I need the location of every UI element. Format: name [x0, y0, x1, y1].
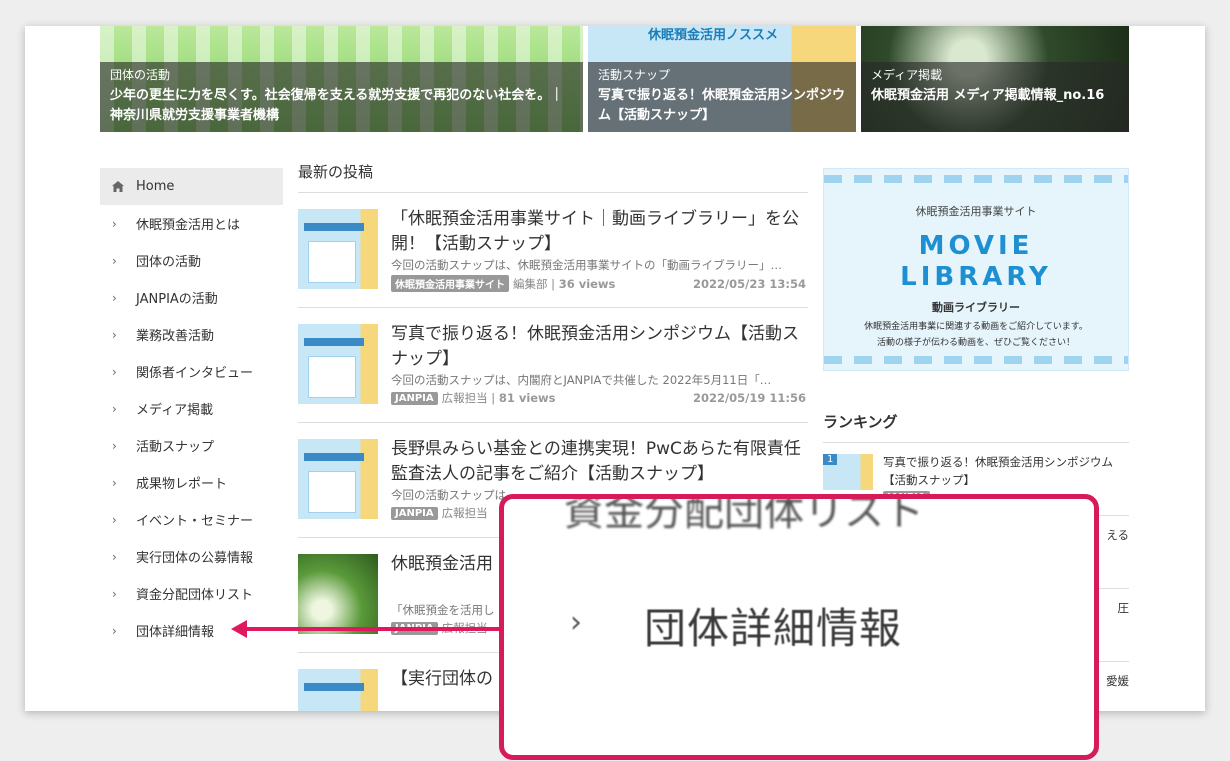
chevron-right-icon: › — [112, 438, 117, 453]
sidebar-item-label: 関係者インタビュー — [136, 366, 254, 381]
sidebar-item-janpia-activities[interactable]: › JANPIAの活動 — [100, 279, 283, 316]
sidebar-nav: Home › 休眠預金活用とは › 団体の活動 › JANPIAの活動 › 業務改善活動… — [100, 168, 283, 649]
chevron-right-icon: › — [112, 253, 117, 268]
sidebar-item-label: 休眠預金活用とは — [136, 218, 241, 233]
sidebar-item-label: 活動スナップ — [136, 440, 215, 455]
banner-desc: 活動の様子が伝わる動画を、ぜひご覧ください！ — [876, 338, 1075, 348]
post-date: 2022/05/19 11:56 — [692, 391, 806, 405]
sidebar-item-reports[interactable]: › 成果物レポート — [100, 464, 283, 501]
chevron-right-icon: › — [112, 475, 117, 490]
banner-desc: 休眠預金活用事業に関連する動画をご紹介しています。 — [864, 322, 1088, 332]
hero-category: 活動スナップ — [598, 68, 671, 82]
sidebar-item-label: Home — [136, 179, 175, 194]
banner-title-line1: MOVIE — [918, 231, 1034, 261]
chevron-right-icon: › — [112, 512, 117, 527]
post-author: 広報担当 — [441, 506, 488, 520]
sidebar-item-snap[interactable]: › 活動スナップ — [100, 427, 283, 464]
category-tag[interactable]: 休眠預金活用事業サイト — [391, 275, 509, 292]
category-tag[interactable]: JANPIA — [391, 506, 438, 520]
section-heading: 最新の投稿 — [298, 161, 808, 193]
callout-arrow-line — [244, 627, 512, 631]
post-meta: 休眠預金活用事業サイト 編集部 | 36 views 2022/05/23 13… — [391, 275, 806, 292]
post-author: 編集部 — [513, 276, 548, 291]
chevron-right-icon: › — [570, 605, 582, 640]
sidebar-item-label: 団体詳細情報 — [136, 625, 215, 640]
sidebar-item-fund-list[interactable]: › 資金分配団体リスト — [100, 575, 283, 612]
sidebar-item-label: 成果物レポート — [136, 477, 228, 492]
sidebar-item-home[interactable]: Home — [100, 168, 283, 205]
chevron-right-icon: › — [112, 401, 117, 416]
sidebar-item-improvement[interactable]: › 業務改善活動 — [100, 316, 283, 353]
banner-subtitle: 動画ライブラリー — [932, 301, 1020, 314]
chevron-right-icon: › — [112, 549, 117, 564]
post-author: 広報担当 — [441, 391, 488, 405]
sidebar-item-group-activities[interactable]: › 団体の活動 — [100, 242, 283, 279]
post-item[interactable]: 「休眠預金活用事業サイト｜動画ライブラリー」を公開！【活動スナップ】 今回の活動… — [298, 193, 808, 308]
sidebar-item-open-calls[interactable]: › 実行団体の公募情報 — [100, 538, 283, 575]
zoom-callout: 資金分配団体リスト › 団体詳細情報 — [499, 494, 1099, 760]
hero-title[interactable]: 写真で振り返る！休眠預金活用シンポジウム【活動スナップ】 — [598, 86, 846, 126]
post-title[interactable]: 長野県みらい基金との連携実現！PwCあらた有限責任監査法人の記事をご紹介【活動ス… — [391, 437, 806, 487]
chevron-right-icon: › — [112, 623, 117, 638]
hero-category: メディア掲載 — [871, 68, 943, 82]
post-excerpt: 今回の活動スナップは、内閣府とJANPIAで共催した 2022年5月11日「… — [391, 373, 772, 387]
banner-site-name: 休眠預金活用事業サイト — [915, 205, 1037, 218]
hero-banner-text: 休眠預金活用ノススメ — [648, 28, 779, 43]
ranking-thumbnail[interactable]: 1 — [823, 454, 873, 490]
chevron-right-icon: › — [112, 364, 117, 379]
post-excerpt: 今回の活動スナップは、休眠預金活用事業サイトの「動画ライブラリー」… — [391, 258, 782, 272]
zoom-highlight-text: 団体詳細情報 — [644, 604, 903, 653]
zoom-previous-item: 資金分配団体リスト — [564, 494, 924, 535]
sidebar-item-label: イベント・セミナー — [136, 514, 254, 529]
post-title[interactable]: 写真で振り返る！休眠預金活用シンポジウム【活動スナップ】 — [391, 322, 806, 372]
callout-arrow-head-icon — [231, 620, 247, 638]
rank-number: 1 — [823, 454, 838, 465]
post-meta: JANPIA 広報担当 | 81 views 2022/05/19 11:56 — [391, 390, 806, 406]
sidebar-item-label: メディア掲載 — [136, 403, 214, 418]
post-views: 36 views — [558, 276, 616, 291]
post-thumbnail[interactable] — [298, 669, 378, 711]
post-thumbnail[interactable] — [298, 209, 378, 289]
sidebar-item-media[interactable]: › メディア掲載 — [100, 390, 283, 427]
hero-title[interactable]: 少年の更生に力を尽くす。社会復帰を支える就労支援で再犯のない社会を。｜神奈川県就… — [110, 86, 573, 126]
sidebar-item-label: 業務改善活動 — [136, 329, 215, 344]
banner-title-line2: LIBRARY — [900, 262, 1052, 292]
sidebar-item-label: JANPIAの活動 — [136, 292, 218, 307]
sidebar-item-label: 団体の活動 — [136, 255, 202, 270]
post-thumbnail[interactable] — [298, 439, 378, 519]
sidebar-item-label: 実行団体の公募情報 — [136, 551, 254, 566]
hero-banner-1[interactable]: 団体の活動 少年の更生に力を尽くす。社会復帰を支える就労支援で再犯のない社会を。… — [100, 26, 583, 132]
hero-banner-3[interactable]: メディア掲載 休眠預金活用 メディア掲載情報_no.16 — [861, 26, 1129, 132]
hero-title[interactable]: 休眠預金活用 メディア掲載情報_no.16 — [871, 86, 1119, 106]
post-thumbnail[interactable] — [298, 554, 378, 634]
chevron-right-icon: › — [112, 290, 117, 305]
ranking-heading: ランキング — [823, 411, 1129, 443]
post-views: 81 views — [498, 391, 556, 405]
post-item[interactable]: 写真で振り返る！休眠預金活用シンポジウム【活動スナップ】 今回の活動スナップは、… — [298, 308, 808, 423]
chevron-right-icon: › — [112, 327, 117, 342]
post-title[interactable]: 「休眠預金活用事業サイト｜動画ライブラリー」を公開！【活動スナップ】 — [391, 207, 806, 257]
home-icon — [112, 181, 124, 192]
ranking-title[interactable]: 写真で振り返る！休眠預金活用シンポジウム【活動スナップ】 — [883, 453, 1129, 489]
chevron-right-icon: › — [112, 216, 117, 231]
sidebar-item-label: 資金分配団体リスト — [136, 588, 254, 603]
sidebar-item-interviews[interactable]: › 関係者インタビュー — [100, 353, 283, 390]
hero-banner-2[interactable]: 休眠預金活用ノススメ 活動スナップ 写真で振り返る！休眠預金活用シンポジウム【活… — [588, 26, 856, 132]
chevron-right-icon: › — [112, 586, 117, 601]
sidebar-item-events[interactable]: › イベント・セミナー — [100, 501, 283, 538]
post-date: 2022/05/23 13:54 — [692, 276, 806, 291]
hero-category: 団体の活動 — [110, 68, 171, 82]
sidebar-item-about[interactable]: › 休眠預金活用とは — [100, 205, 283, 242]
category-tag[interactable]: JANPIA — [391, 391, 438, 405]
movie-library-banner[interactable]: 休眠預金活用事業サイト MOVIE LIBRARY 動画ライブラリー 休眠預金活… — [823, 168, 1129, 371]
post-thumbnail[interactable] — [298, 324, 378, 404]
